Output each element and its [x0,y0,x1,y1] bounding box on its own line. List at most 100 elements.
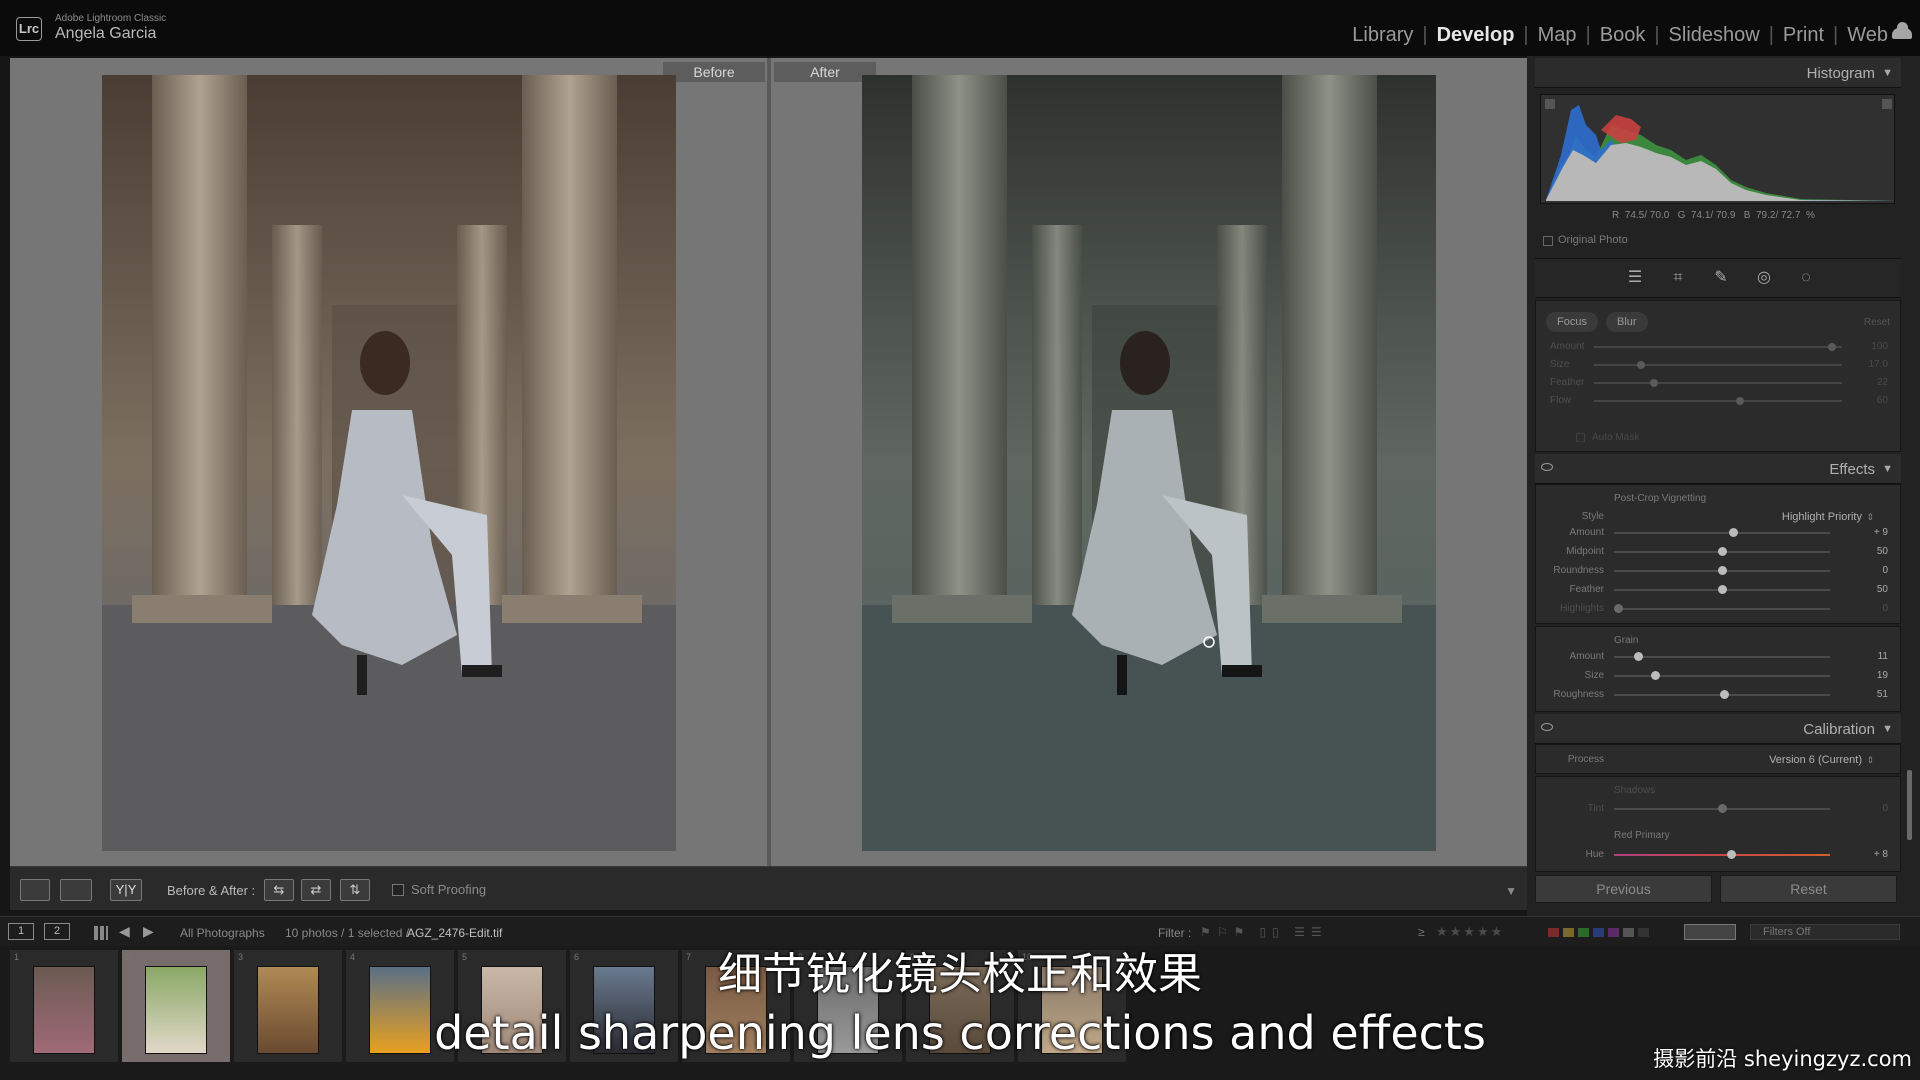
mask-slider-thumb[interactable] [1649,379,1658,387]
module-print[interactable]: Print [1783,24,1824,47]
edit-sliders-icon[interactable]: ☰ [1626,269,1644,287]
style-select[interactable]: Highlight Priority [1782,511,1862,523]
grain-size-value[interactable]: 19 [1877,670,1888,681]
color-label-filters[interactable] [1548,928,1649,937]
mask-slider-value[interactable]: 22 [1877,377,1888,388]
vignette-highlights-value[interactable]: 0 [1882,603,1888,614]
grain-roughness-slider-track[interactable] [1614,690,1830,699]
mask-slider-track[interactable] [1594,397,1842,405]
vignette-amount-value[interactable]: + 9 [1874,527,1888,538]
original-photo-label: Original Photo [1558,234,1628,246]
blur-chip[interactable]: Blur [1606,312,1648,332]
mask-slider-track[interactable] [1594,379,1842,387]
calibration-header[interactable]: Calibration ▼ [1535,714,1901,744]
hue-slider-track[interactable] [1614,850,1830,859]
tint-slider-track[interactable] [1614,804,1830,813]
reset-button[interactable]: Reset [1720,875,1897,903]
grain-roughness-value[interactable]: 51 [1877,689,1888,700]
healing-icon[interactable]: ✎ [1712,269,1730,287]
mask-reset-button[interactable]: Reset [1864,317,1890,328]
tint-value[interactable]: 0 [1882,803,1888,814]
swap-before-after-icon[interactable]: ⇅ [340,879,370,901]
calibration-visibility-eye-icon[interactable] [1541,723,1553,731]
after-photo[interactable] [862,75,1436,851]
vignette-highlights-slider-track[interactable] [1614,604,1830,613]
post-crop-vignetting-section: Post-Crop Vignetting Style Highlight Pri… [1535,484,1901,624]
mask-slider-track[interactable] [1594,361,1842,369]
red-label-swatch[interactable] [1548,928,1559,937]
module-library[interactable]: Library [1352,24,1413,47]
grain-size-slider-thumb[interactable] [1651,671,1661,680]
vignette-roundness-value[interactable]: 0 [1882,565,1888,576]
collapse-triangle-icon[interactable]: ▼ [1882,723,1893,735]
tint-slider-thumb[interactable] [1718,804,1727,813]
before-photo[interactable] [102,75,676,851]
yellow-label-swatch[interactable] [1563,928,1574,937]
loupe-view-icon[interactable] [20,879,50,901]
vignette-roundness-slider-thumb[interactable] [1718,566,1727,575]
module-map[interactable]: Map [1538,24,1577,47]
flag-filter-icons[interactable]: ⚑⚐⚑ ▯▯ ☰☰ [1200,925,1328,939]
rating-operator-icon[interactable]: ≥ [1418,925,1425,939]
right-panel-scrollbar[interactable] [1907,770,1912,840]
grain-size-slider-track[interactable] [1614,671,1830,680]
red-eye-icon[interactable]: ◎ [1755,269,1773,287]
grain-amount-slider-track[interactable] [1614,652,1830,661]
vignette-amount-slider-thumb[interactable] [1728,528,1738,537]
module-web[interactable]: Web [1847,24,1888,47]
grain-amount-slider-thumb[interactable] [1633,652,1643,661]
mask-slider-track[interactable] [1594,343,1842,351]
mask-slider-value[interactable]: 17.0 [1869,359,1888,370]
mask-slider-thumb[interactable] [1637,361,1646,369]
hue-slider-thumb[interactable] [1726,850,1736,859]
collapse-triangle-icon[interactable]: ▼ [1882,67,1893,79]
purple-label-swatch[interactable] [1608,928,1619,937]
mask-slider-thumb[interactable] [1736,397,1745,405]
process-select[interactable]: Version 6 (Current) [1769,754,1862,766]
vignette-amount-slider-track[interactable] [1614,528,1830,537]
vignette-highlights-slider-thumb[interactable] [1614,604,1624,613]
vignette-feather-slider-thumb[interactable] [1718,585,1727,594]
process-select-arrows-icon[interactable]: ⇕ [1866,755,1874,766]
masking-icon[interactable]: ◌ [1797,269,1815,287]
effects-visibility-eye-icon[interactable] [1541,463,1553,471]
mask-slider-value[interactable]: 100 [1871,341,1888,352]
vignette-feather-value[interactable]: 50 [1877,584,1888,595]
module-book[interactable]: Book [1600,24,1646,47]
vignette-midpoint-slider-track[interactable] [1614,547,1830,556]
soft-proofing-checkbox[interactable] [392,884,404,896]
vignette-roundness-slider-track[interactable] [1614,566,1830,575]
vignette-feather-slider-track[interactable] [1614,585,1830,594]
focus-chip[interactable]: Focus [1546,312,1598,332]
copy-after-to-before-icon[interactable]: ⇄ [301,879,331,901]
vignette-feather-label: Feather [1569,584,1604,595]
blue-label-swatch[interactable] [1593,928,1604,937]
effects-header[interactable]: Effects ▼ [1535,454,1901,484]
copy-before-to-after-icon[interactable]: ⇆ [264,879,294,901]
style-select-arrows-icon[interactable]: ⇕ [1866,512,1874,523]
crop-icon[interactable]: ⌗ [1669,269,1687,287]
grain-roughness-slider-thumb[interactable] [1720,690,1730,699]
vignette-midpoint-value[interactable]: 50 [1877,546,1888,557]
toolbar-menu-chevron-icon[interactable]: ▼ [1505,884,1517,898]
original-photo-checkbox[interactable] [1543,236,1553,246]
histogram-graph[interactable] [1540,94,1896,204]
mask-slider-thumb[interactable] [1828,343,1837,351]
grain-amount-value[interactable]: 11 [1878,651,1888,662]
mask-slider-value[interactable]: 60 [1877,395,1888,406]
histogram-header[interactable]: Histogram ▼ [1535,58,1901,88]
vignette-midpoint-slider-thumb[interactable] [1718,547,1727,556]
collapse-triangle-icon[interactable]: ▼ [1882,463,1893,475]
green-label-swatch[interactable] [1578,928,1589,937]
cloud-icon[interactable] [1892,22,1912,39]
before-after-view-icon[interactable]: Y|Y [110,879,142,901]
custom-label-swatch[interactable] [1623,928,1634,937]
no-label-swatch[interactable] [1638,928,1649,937]
auto-mask-checkbox[interactable] [1576,433,1585,442]
module-develop[interactable]: Develop [1437,24,1515,47]
hue-value[interactable]: + 8 [1874,849,1888,860]
module-slideshow[interactable]: Slideshow [1669,24,1760,47]
previous-button[interactable]: Previous [1535,875,1712,903]
grid-view-icon[interactable] [60,879,92,901]
soft-proofing-label: Soft Proofing [411,882,487,897]
